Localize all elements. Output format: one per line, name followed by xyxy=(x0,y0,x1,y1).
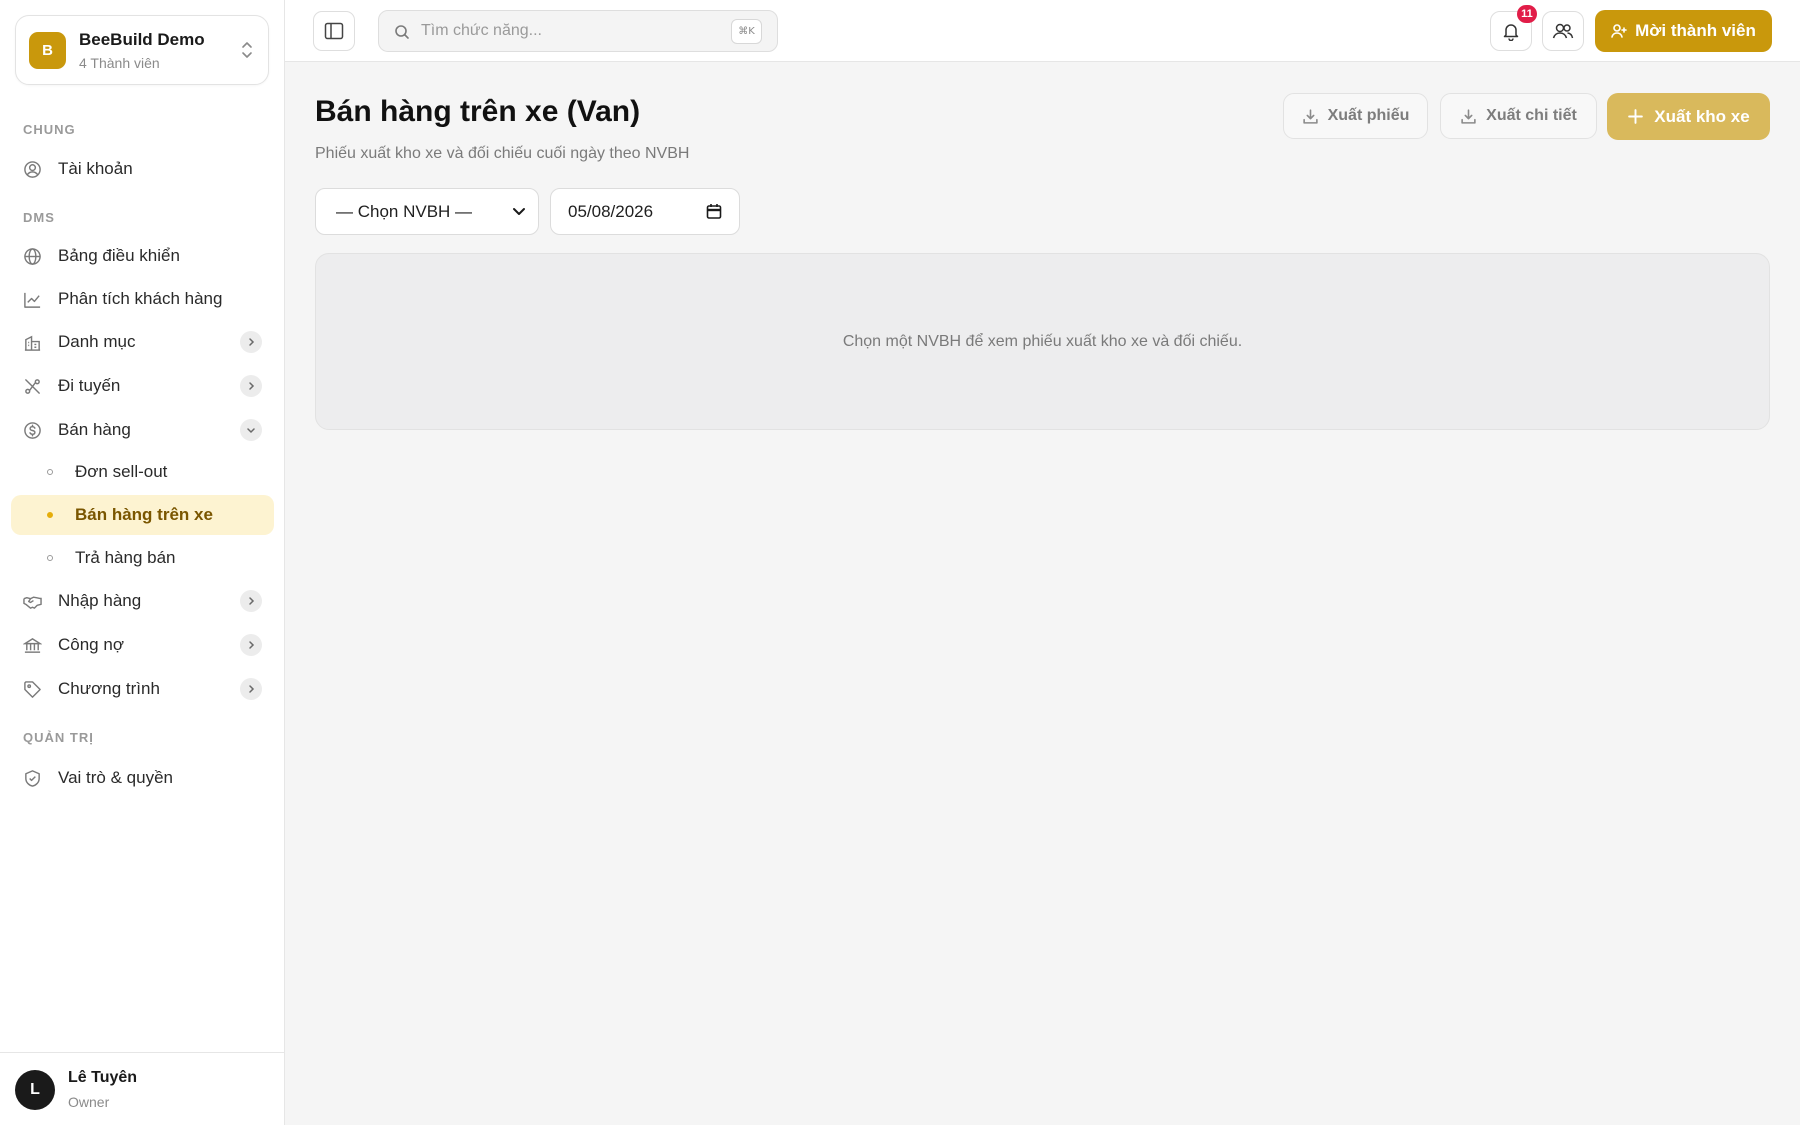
sidebar-item-sales[interactable]: Bán hàng xyxy=(11,410,274,450)
salesperson-select-value: — Chọn NVBH — xyxy=(336,202,473,221)
globe-icon xyxy=(24,248,41,265)
sidebar-item-catalog[interactable]: Danh mục xyxy=(11,322,274,362)
sidebar-subitem-label: Bán hàng trên xe xyxy=(75,505,213,524)
topbar: Tìm chức năng... ⌘K 11 Mời thành viên xyxy=(285,0,1800,62)
avatar: L xyxy=(15,1070,55,1110)
shield-check-icon xyxy=(25,770,40,787)
bullet-icon xyxy=(47,555,53,561)
sidebar-toggle-button[interactable] xyxy=(313,11,355,51)
export-slip-button[interactable]: Xuất phiếu xyxy=(1283,93,1428,139)
building-icon xyxy=(24,335,41,351)
issue-van-stock-label: Xuất kho xe xyxy=(1654,106,1750,126)
search-shortcut: ⌘K xyxy=(731,19,762,44)
sidebar-subitem-van-sales[interactable]: Bán hàng trên xe xyxy=(11,495,274,535)
date-field-value: 05/08/2026 xyxy=(568,202,654,221)
download-icon xyxy=(1302,108,1318,124)
page-subtitle: Phiếu xuất kho xe và đối chiếu cuối ngày… xyxy=(315,145,690,162)
sidebar-item-label: Danh mục xyxy=(58,332,136,351)
sidebar-item-customer-analytics[interactable]: Phân tích khách hàng xyxy=(11,279,274,319)
chevron-right-icon[interactable] xyxy=(240,375,262,397)
sidebar-subitem-label: Đơn sell-out xyxy=(75,462,168,481)
export-detail-label: Xuất chi tiết xyxy=(1486,107,1577,124)
sidebar-item-label: Bán hàng xyxy=(58,420,131,439)
date-field[interactable]: 05/08/2026 xyxy=(550,188,740,235)
sidebar-item-dashboard[interactable]: Bảng điều khiển xyxy=(11,236,274,276)
org-name: BeeBuild Demo xyxy=(79,30,205,49)
user-circle-icon xyxy=(24,161,41,178)
user-profile[interactable]: L Lê Tuyên Owner xyxy=(0,1052,285,1125)
user-role: Owner xyxy=(68,1094,110,1110)
sidebar-item-label: Bảng điều khiển xyxy=(58,246,180,265)
tag-icon xyxy=(24,681,41,698)
export-slip-label: Xuất phiếu xyxy=(1327,107,1410,124)
invite-member-button[interactable]: Mời thành viên xyxy=(1595,10,1772,52)
notifications-button[interactable]: 11 xyxy=(1490,5,1537,51)
user-plus-icon xyxy=(1611,24,1627,38)
download-icon xyxy=(1461,108,1476,124)
plus-icon xyxy=(1628,109,1644,124)
chevron-right-icon[interactable] xyxy=(240,634,262,656)
chevron-right-icon[interactable] xyxy=(240,678,262,700)
route-icon xyxy=(25,379,40,394)
section-label-dms: DMS xyxy=(23,210,55,225)
sidebar-item-label: Đi tuyến xyxy=(58,376,121,395)
section-label-admin: QUẢN TRỊ xyxy=(23,730,94,745)
bell-icon xyxy=(1503,24,1519,41)
users-icon xyxy=(1552,23,1574,39)
handshake-icon xyxy=(23,596,42,609)
line-chart-icon xyxy=(24,292,41,308)
bank-icon xyxy=(23,638,42,653)
sidebar-item-label: Vai trò & quyền xyxy=(58,768,173,787)
org-member-count: 4 Thành viên xyxy=(79,55,160,71)
user-name: Lê Tuyên xyxy=(68,1069,138,1086)
issue-van-stock-button[interactable]: Xuất kho xe xyxy=(1607,93,1770,140)
panel-left-icon xyxy=(324,22,344,40)
sidebar-item-purchasing[interactable]: Nhập hàng xyxy=(11,581,274,621)
bullet-icon xyxy=(47,512,53,518)
org-logo: B xyxy=(29,32,66,69)
section-label-general: CHUNG xyxy=(23,122,76,137)
chevron-right-icon[interactable] xyxy=(240,331,262,353)
team-button[interactable] xyxy=(1542,11,1584,51)
sidebar-item-roles[interactable]: Vai trò & quyền xyxy=(11,758,274,798)
sidebar-item-label: Nhập hàng xyxy=(58,591,142,610)
sidebar-item-label: Tài khoản xyxy=(58,159,133,178)
empty-state-panel: Chọn một NVBH để xem phiếu xuất kho xe v… xyxy=(315,253,1770,430)
search-placeholder: Tìm chức năng... xyxy=(421,22,542,39)
dollar-circle-icon xyxy=(24,422,41,439)
org-switcher[interactable]: B BeeBuild Demo 4 Thành viên xyxy=(15,15,269,85)
sidebar-item-debts[interactable]: Công nợ xyxy=(11,625,274,665)
sidebar-item-label: Chương trình xyxy=(58,679,160,698)
chevrons-up-down-icon xyxy=(242,42,252,58)
page-title: Bán hàng trên xe (Van) xyxy=(315,95,641,128)
sidebar-item-routing[interactable]: Đi tuyến xyxy=(11,366,274,406)
sidebar-subitem-sellout-orders[interactable]: Đơn sell-out xyxy=(11,452,274,492)
sidebar-item-programs[interactable]: Chương trình xyxy=(11,669,274,709)
search-icon xyxy=(395,25,409,39)
sidebar-subitem-label: Trả hàng bán xyxy=(75,548,176,567)
bullet-icon xyxy=(47,469,53,475)
sidebar-item-label: Phân tích khách hàng xyxy=(58,289,223,308)
sidebar: B BeeBuild Demo 4 Thành viên CHUNG Tài k… xyxy=(0,0,285,1125)
sidebar-item-label: Công nợ xyxy=(58,635,124,654)
notification-badge: 11 xyxy=(1517,5,1537,23)
chevron-down-icon xyxy=(513,208,525,215)
salesperson-select[interactable]: — Chọn NVBH — xyxy=(315,188,539,235)
sidebar-subitem-sales-returns[interactable]: Trả hàng bán xyxy=(11,538,274,578)
search-input[interactable]: Tìm chức năng... ⌘K xyxy=(378,10,778,52)
calendar-icon[interactable] xyxy=(706,203,722,220)
invite-member-label: Mời thành viên xyxy=(1635,21,1756,40)
export-detail-button[interactable]: Xuất chi tiết xyxy=(1440,93,1597,139)
sidebar-item-account[interactable]: Tài khoản xyxy=(11,149,274,189)
empty-state-message: Chọn một NVBH để xem phiếu xuất kho xe v… xyxy=(842,332,1243,350)
chevron-right-icon[interactable] xyxy=(240,590,262,612)
chevron-down-icon[interactable] xyxy=(240,419,262,441)
